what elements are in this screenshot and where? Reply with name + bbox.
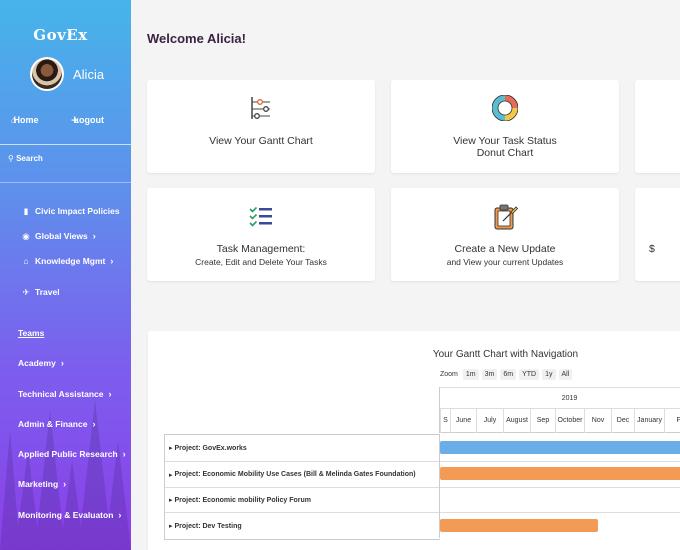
chevron-right-icon: › <box>108 389 112 399</box>
book-icon: ▮ <box>23 206 29 216</box>
card-title: $ <box>649 243 655 255</box>
sidebar: GovEx Alicia ⌂ Home ⇥ Logout ⚲ Search ▮ C… <box>0 0 131 550</box>
card-title: View Your Task Status <box>453 135 557 147</box>
clipboard-pencil-icon <box>391 203 619 231</box>
card-task-management[interactable]: Task Management: Create, Edit and Delete… <box>147 188 375 281</box>
month-label: S <box>440 409 450 433</box>
month-label: January <box>634 409 664 433</box>
chevron-right-icon: › <box>110 256 114 266</box>
month-label: Nov <box>584 409 611 433</box>
year-label: 2019 <box>440 387 680 409</box>
gantt-bar[interactable] <box>440 441 680 454</box>
card-partial[interactable] <box>635 80 680 173</box>
divider <box>0 144 131 145</box>
gantt-panel: Your Gantt Chart with Navigation Zoom 1m… <box>148 331 680 550</box>
section-marketing[interactable]: Marketing › <box>18 479 66 489</box>
card-donut-chart[interactable]: View Your Task Status Donut Chart <box>391 80 619 173</box>
chevron-right-icon: › <box>60 358 64 368</box>
gantt-bar[interactable] <box>440 467 680 480</box>
timeline-header: 2019 S June July August Sep October Nov … <box>439 387 680 433</box>
globe-icon: ◉ <box>22 231 30 241</box>
gantt-chart-area <box>439 434 680 538</box>
username: Alicia <box>73 67 105 82</box>
nav-global-views[interactable]: ◉ Global Views › <box>21 231 96 242</box>
gantt-chart-icon <box>147 95 375 123</box>
month-label: Dec <box>611 409 634 433</box>
chevron-right-icon: › <box>92 231 96 241</box>
section-admin-finance[interactable]: Admin & Finance › <box>18 419 95 429</box>
month-label: July <box>476 409 503 433</box>
search-link[interactable]: ⚲ Search <box>8 154 43 163</box>
card-title: View Your Gantt Chart <box>209 135 313 147</box>
card-title: Create a New Update <box>454 243 556 255</box>
gantt-row[interactable]: ▸ Project: Economic mobility Policy Foru… <box>165 488 440 513</box>
card-new-update[interactable]: Create a New Update and View your curren… <box>391 188 619 281</box>
card-subtitle: Create, Edit and Delete Your Tasks <box>195 257 327 267</box>
logout-link[interactable]: ⇥ Logout <box>71 115 104 125</box>
donut-chart-icon <box>391 95 619 123</box>
card-title: Task Management: <box>216 243 306 255</box>
month-label: October <box>555 409 584 433</box>
zoom-controls: Zoom 1m 3m 6m YTD 1y All <box>440 369 573 380</box>
section-technical-assistance[interactable]: Technical Assistance › <box>18 389 112 399</box>
section-academy[interactable]: Academy › <box>18 358 64 368</box>
zoom-all-button[interactable]: All <box>558 369 573 380</box>
gantt-row[interactable]: ▸ Project: Dev Testing <box>165 513 440 539</box>
brand-logo[interactable]: GovEx <box>0 26 121 44</box>
section-applied-public-research[interactable]: Applied Public Research › <box>18 449 126 459</box>
gantt-task-list: ▸ Project: GovEx.works ▸ Project: Econom… <box>164 434 440 540</box>
plane-icon: ✈ <box>22 287 30 297</box>
zoom-3m-button[interactable]: 3m <box>481 369 498 380</box>
gantt-row[interactable]: ▸ Project: GovEx.works <box>165 435 440 462</box>
month-label: August <box>503 409 530 433</box>
zoom-6m-button[interactable]: 6m <box>500 369 517 380</box>
zoom-1y-button[interactable]: 1y <box>542 369 556 380</box>
avatar[interactable] <box>30 57 64 91</box>
search-icon: ⚲ <box>8 154 14 163</box>
row-divider <box>440 461 680 462</box>
chevron-right-icon: › <box>122 449 126 459</box>
institution-icon: ⌂ <box>23 256 29 266</box>
chevron-right-icon: › <box>92 419 96 429</box>
chevron-right-icon: › <box>63 479 67 489</box>
card-subtitle: Donut Chart <box>476 147 534 159</box>
chevron-right-icon: › <box>118 510 122 520</box>
checklist-icon <box>147 203 375 231</box>
home-link[interactable]: ⌂ Home <box>11 115 39 125</box>
month-label: Feb <box>664 409 680 433</box>
zoom-ytd-button[interactable]: YTD <box>519 369 540 380</box>
gantt-row[interactable]: ▸ Project: Economic Mobility Use Cases (… <box>165 462 440 488</box>
section-monitoring-evaluation[interactable]: Monitoring & Evaluaton › <box>18 510 121 520</box>
month-label: Sep <box>530 409 555 433</box>
row-divider <box>440 512 680 513</box>
gantt-title: Your Gantt Chart with Navigation <box>432 349 579 360</box>
nav-civic-impact-policies[interactable]: ▮ Civic Impact Policies <box>21 206 120 217</box>
zoom-1m-button[interactable]: 1m <box>462 369 479 380</box>
card-gantt-chart[interactable]: View Your Gantt Chart <box>147 80 375 173</box>
section-teams[interactable]: Teams <box>18 328 44 338</box>
zoom-label: Zoom <box>440 371 458 378</box>
card-partial[interactable]: $ <box>635 188 680 281</box>
divider <box>0 182 131 183</box>
row-divider <box>440 487 680 488</box>
nav-knowledge-mgmt[interactable]: ⌂ Knowledge Mgmt › <box>21 256 113 266</box>
page-title: Welcome Alicia! <box>147 31 246 46</box>
month-label: June <box>450 409 476 433</box>
card-subtitle: and View your current Updates <box>446 257 564 267</box>
nav-travel[interactable]: ✈ Travel <box>21 287 59 298</box>
gantt-bar[interactable] <box>440 519 598 532</box>
months-row: S June July August Sep October Nov Dec J… <box>440 409 680 433</box>
